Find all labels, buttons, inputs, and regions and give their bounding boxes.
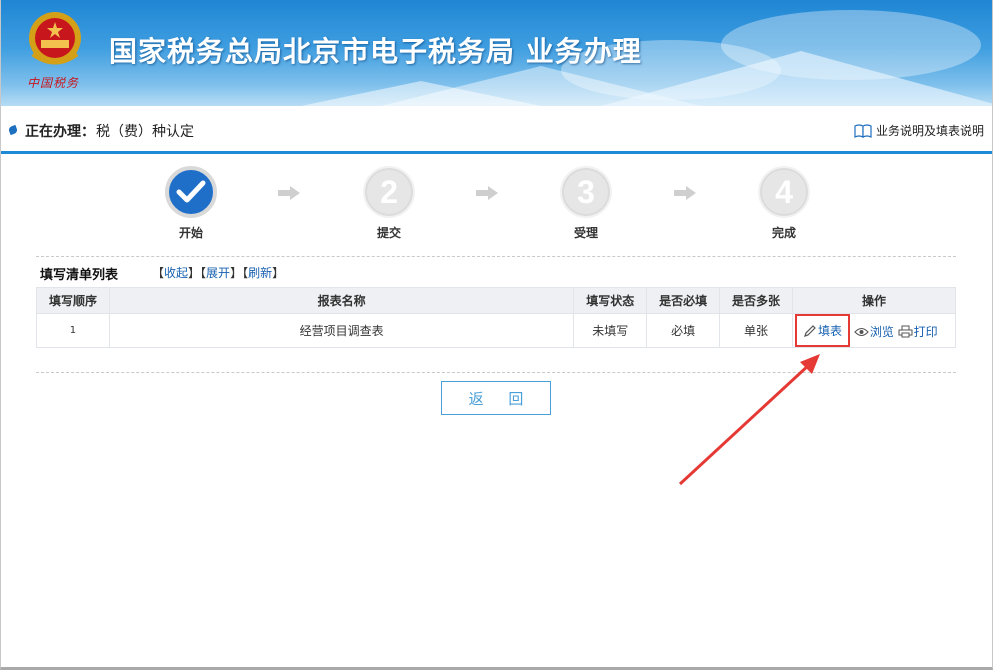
- tax-emblem-icon: [29, 12, 81, 65]
- cell-actions: 填表 浏览 打印: [791, 313, 957, 348]
- help-link-label[interactable]: 业务说明及填表说明: [876, 122, 984, 139]
- col-required: 是否必填: [646, 287, 721, 314]
- fill-form-label[interactable]: 填表: [818, 322, 842, 339]
- cell-name: 经营项目调查表: [108, 313, 575, 348]
- print-button[interactable]: 打印: [898, 323, 938, 340]
- step-start-circle: [165, 166, 217, 218]
- back-button[interactable]: 返 回: [441, 381, 551, 415]
- arrow-right-icon: [476, 186, 498, 200]
- preview-button[interactable]: 浏览: [854, 323, 894, 340]
- arrow-right-icon: [674, 186, 696, 200]
- eye-icon: [854, 327, 869, 336]
- checkmark-icon: [176, 180, 206, 203]
- cell-order: 1: [36, 313, 110, 348]
- header-banner: 中国税务 国家税务总局北京市电子税务局 业务办理: [1, 0, 992, 106]
- expand-link[interactable]: 展开: [206, 266, 230, 280]
- step-submit-circle: 2: [363, 166, 415, 218]
- fill-list-title: 填写清单列表: [40, 268, 119, 283]
- print-label[interactable]: 打印: [914, 323, 938, 340]
- cell-status: 未填写: [573, 313, 648, 348]
- cell-required: 必填: [646, 313, 721, 348]
- step-complete-label: 完成: [771, 226, 796, 240]
- step-start-label: 开始: [178, 226, 203, 240]
- col-actions: 操作: [791, 287, 957, 314]
- page-title: 国家税务总局北京市电子税务局 业务办理: [109, 35, 642, 68]
- step-accept: 3 受理: [546, 166, 626, 241]
- col-name: 报表名称: [108, 287, 575, 314]
- preview-label[interactable]: 浏览: [870, 323, 894, 340]
- refresh-link[interactable]: 刷新: [248, 266, 272, 280]
- fill-form-button[interactable]: 填表: [803, 322, 842, 339]
- help-link[interactable]: 业务说明及填表说明: [854, 122, 984, 139]
- cell-multi: 单张: [719, 313, 793, 348]
- progress-steps: 开始 2 提交 3 受理 4 完成: [0, 166, 993, 246]
- table-row: 1 经营项目调查表 未填写 必填 单张 填表 浏览 打印: [36, 313, 957, 348]
- book-icon: [854, 123, 872, 138]
- banner-mountain: [601, 51, 992, 106]
- annotation-arrow: [678, 354, 820, 486]
- table-header-row: 填写顺序 报表名称 填写状态 是否必填 是否多张 操作: [36, 287, 957, 314]
- collapse-link[interactable]: 收起: [164, 266, 188, 280]
- step-accept-label: 受理: [573, 226, 598, 240]
- current-task-label: 正在办理：: [25, 124, 95, 140]
- banner-mountain: [301, 81, 541, 106]
- divider: [36, 256, 956, 257]
- pencil-icon: [804, 324, 816, 337]
- bullet-icon: [7, 124, 19, 136]
- current-task-value: 税（费）种认定: [96, 124, 194, 140]
- step-complete-circle: 4: [758, 166, 810, 218]
- arrow-right-icon: [278, 186, 300, 200]
- list-controls: 【收起】【展开】【刷新】: [152, 266, 285, 280]
- step-submit: 2 提交: [349, 166, 429, 241]
- highlight-box: 填表: [794, 314, 850, 347]
- emblem-caption: 中国税务: [27, 76, 80, 90]
- step-submit-label: 提交: [376, 226, 401, 240]
- col-multi: 是否多张: [719, 287, 793, 314]
- current-task-bar: 正在办理： 税（费）种认定 业务说明及填表说明: [1, 106, 992, 154]
- step-complete: 4 完成: [744, 166, 824, 241]
- fill-list-table: 填写顺序 报表名称 填写状态 是否必填 是否多张 操作 1 经营项目调查表 未填…: [36, 287, 957, 348]
- printer-icon: [898, 325, 913, 337]
- step-accept-circle: 3: [560, 166, 612, 218]
- col-status: 填写状态: [573, 287, 648, 314]
- step-start: 开始: [151, 166, 231, 241]
- col-order: 填写顺序: [36, 287, 110, 314]
- fill-list-section: 填写清单列表 【收起】【展开】【刷新】 填写顺序 报表名称 填写状态 是否必填 …: [36, 256, 957, 348]
